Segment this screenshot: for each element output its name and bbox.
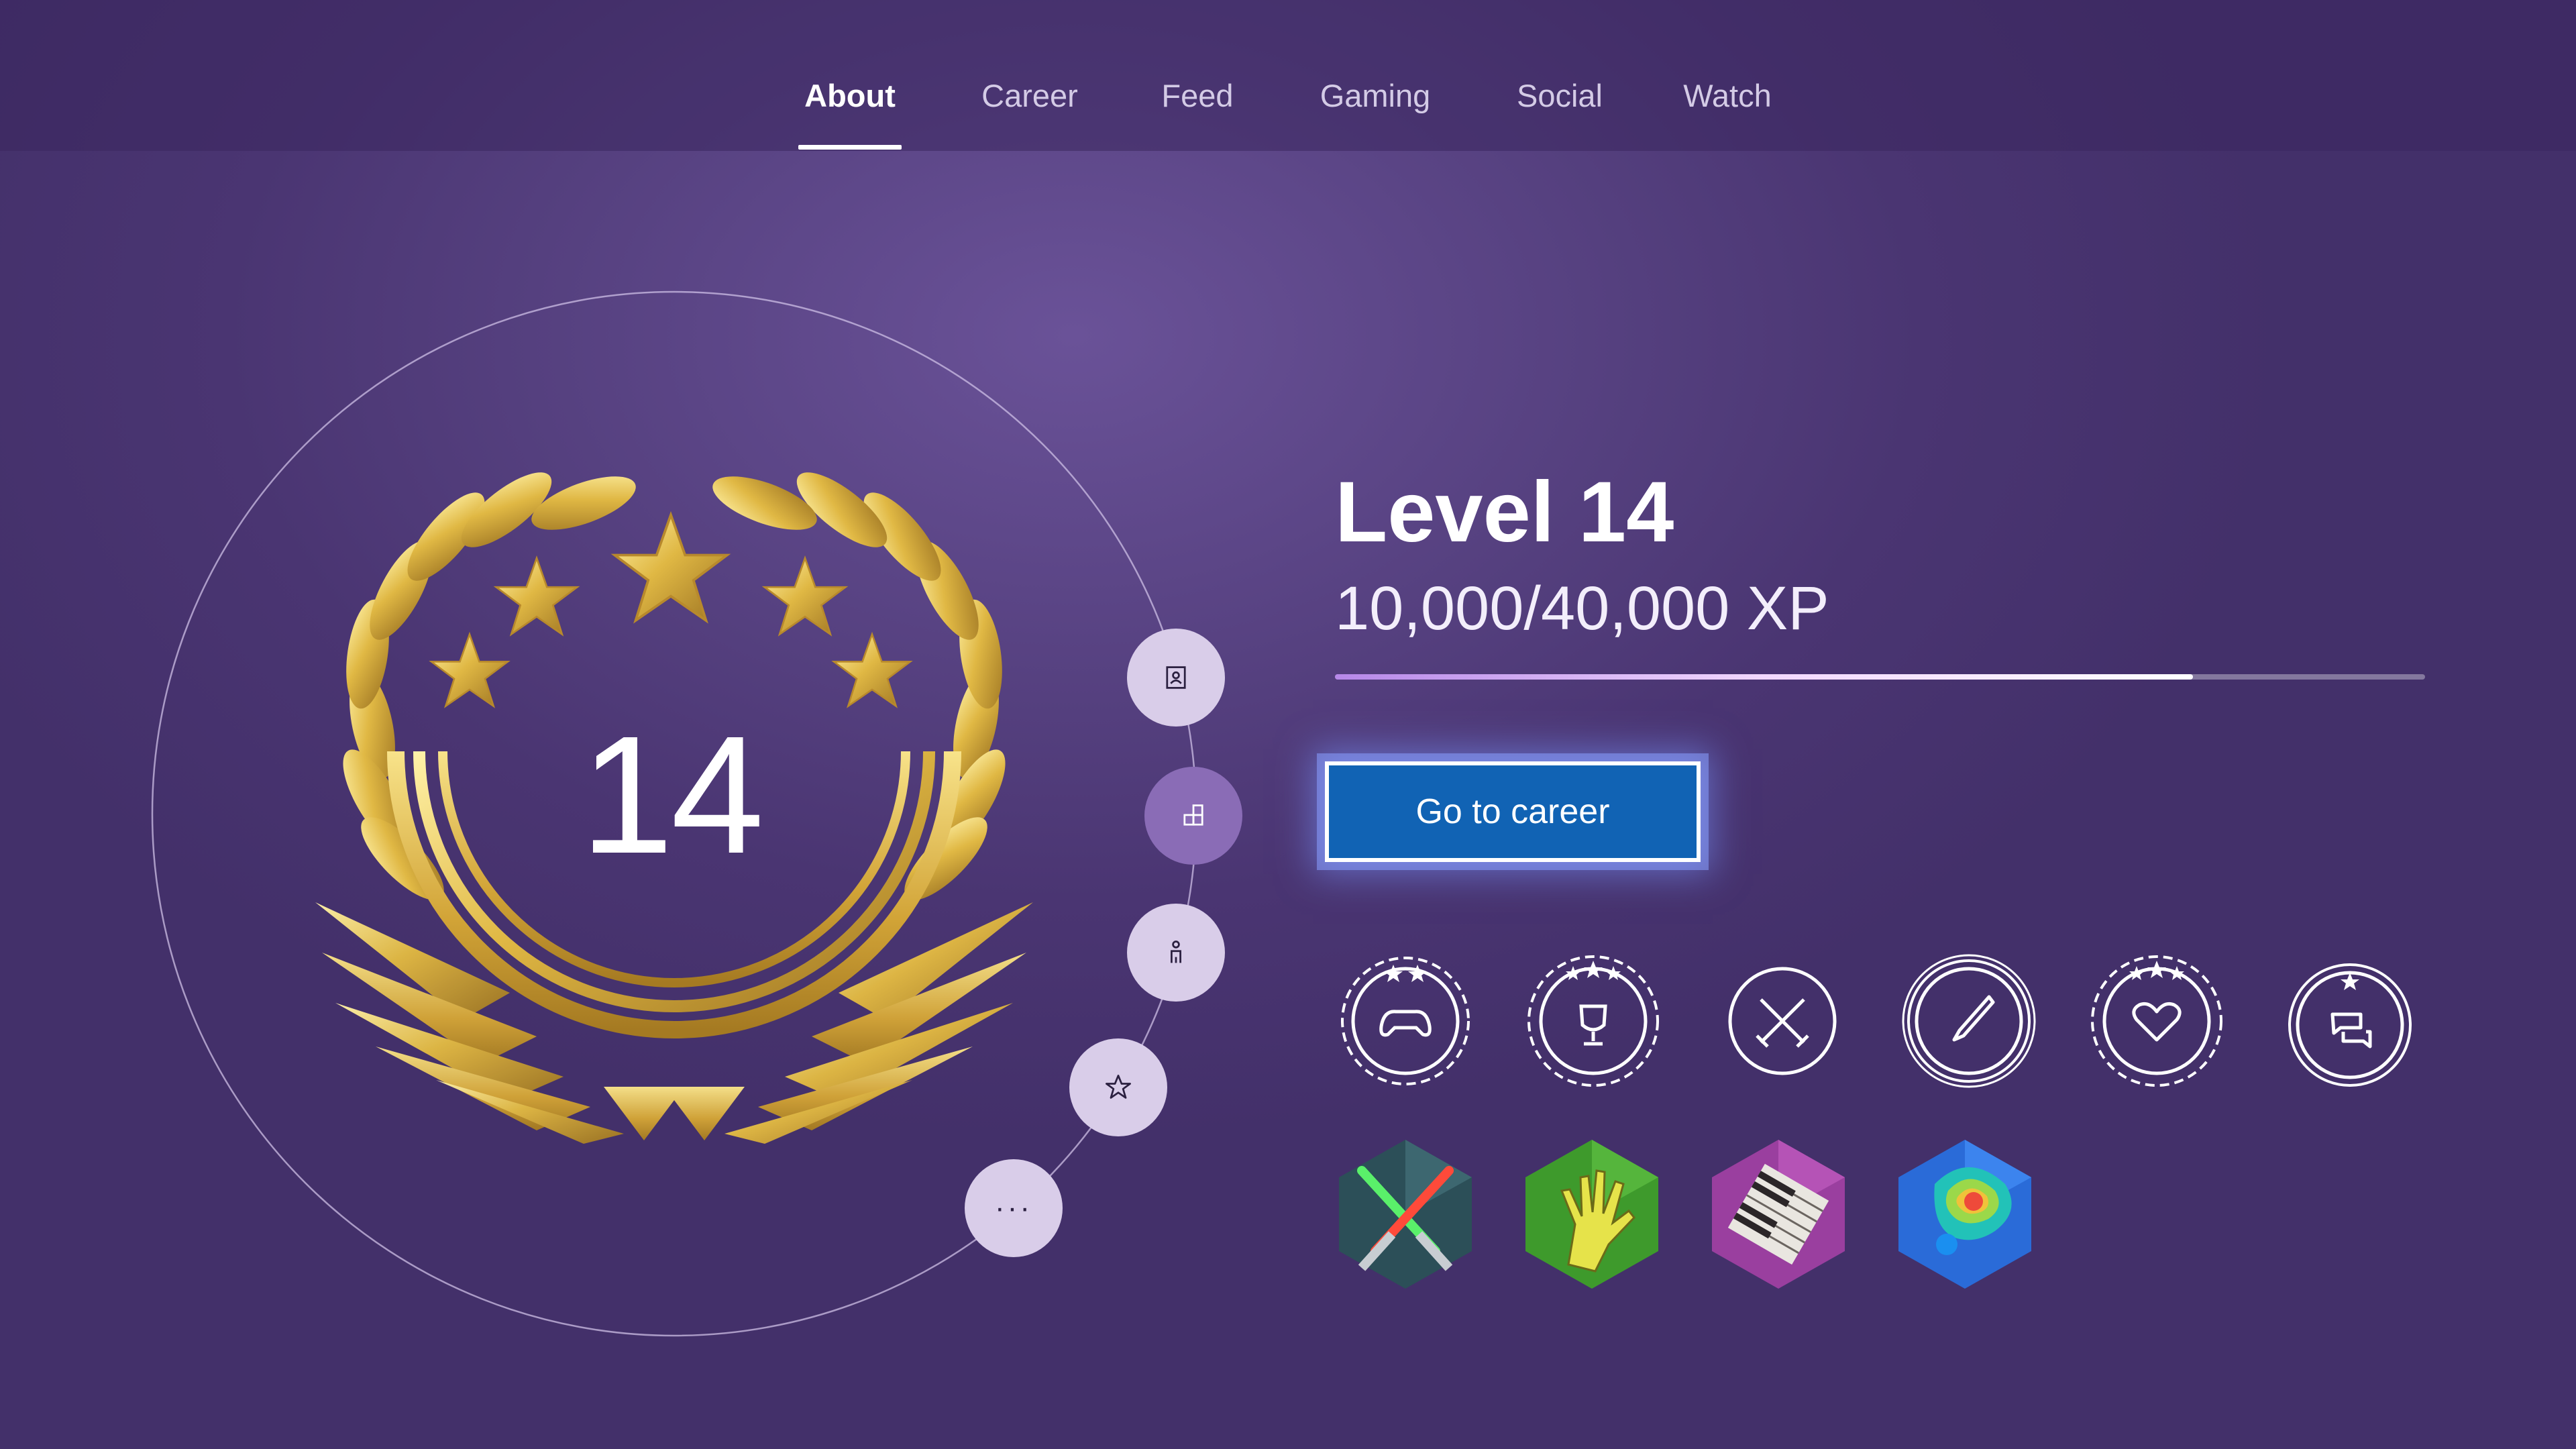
xp-text: 10,000/40,000 XP xyxy=(1335,574,1829,643)
star-icon xyxy=(1106,1075,1131,1099)
xp-progress-bar xyxy=(1335,674,2425,680)
chat-star-badge-icon[interactable] xyxy=(2276,946,2424,1093)
emblem-stars xyxy=(430,513,912,707)
piano-keys-hex-badge-icon[interactable] xyxy=(1708,1137,1849,1291)
level-number: 14 xyxy=(580,701,764,888)
profile-card-icon xyxy=(1166,666,1186,689)
crossed-swords-badge-icon[interactable] xyxy=(1709,946,1856,1093)
side-button-profile[interactable] xyxy=(1127,629,1225,727)
monster-hand-hex-badge-icon[interactable] xyxy=(1521,1137,1662,1291)
lightsabers-hex-badge-icon[interactable] xyxy=(1335,1137,1476,1291)
level-title: Level 14 xyxy=(1335,464,1674,560)
more-icon: ··· xyxy=(995,1191,1032,1224)
person-icon xyxy=(1171,941,1181,963)
go-to-career-button[interactable]: Go to career xyxy=(1325,761,1701,862)
controller-laurel-badge-icon[interactable] xyxy=(1332,946,1479,1093)
side-button-person[interactable] xyxy=(1127,904,1225,1002)
go-to-career-label: Go to career xyxy=(1415,792,1610,831)
heart-laurel-badge-icon[interactable] xyxy=(2083,946,2231,1093)
side-button-more[interactable]: ··· xyxy=(965,1159,1063,1257)
blocks-icon xyxy=(1183,804,1203,826)
side-button-blocks[interactable] xyxy=(1144,767,1242,865)
level-emblem-graphic xyxy=(151,290,1197,1337)
trophy-laurel-badge-icon[interactable] xyxy=(1519,946,1667,1093)
side-button-star[interactable] xyxy=(1069,1038,1167,1136)
paint-splash-hex-badge-icon[interactable] xyxy=(1894,1137,2035,1291)
xp-progress-fill xyxy=(1335,674,2193,680)
paintbrush-badge-icon[interactable] xyxy=(1895,946,2043,1093)
